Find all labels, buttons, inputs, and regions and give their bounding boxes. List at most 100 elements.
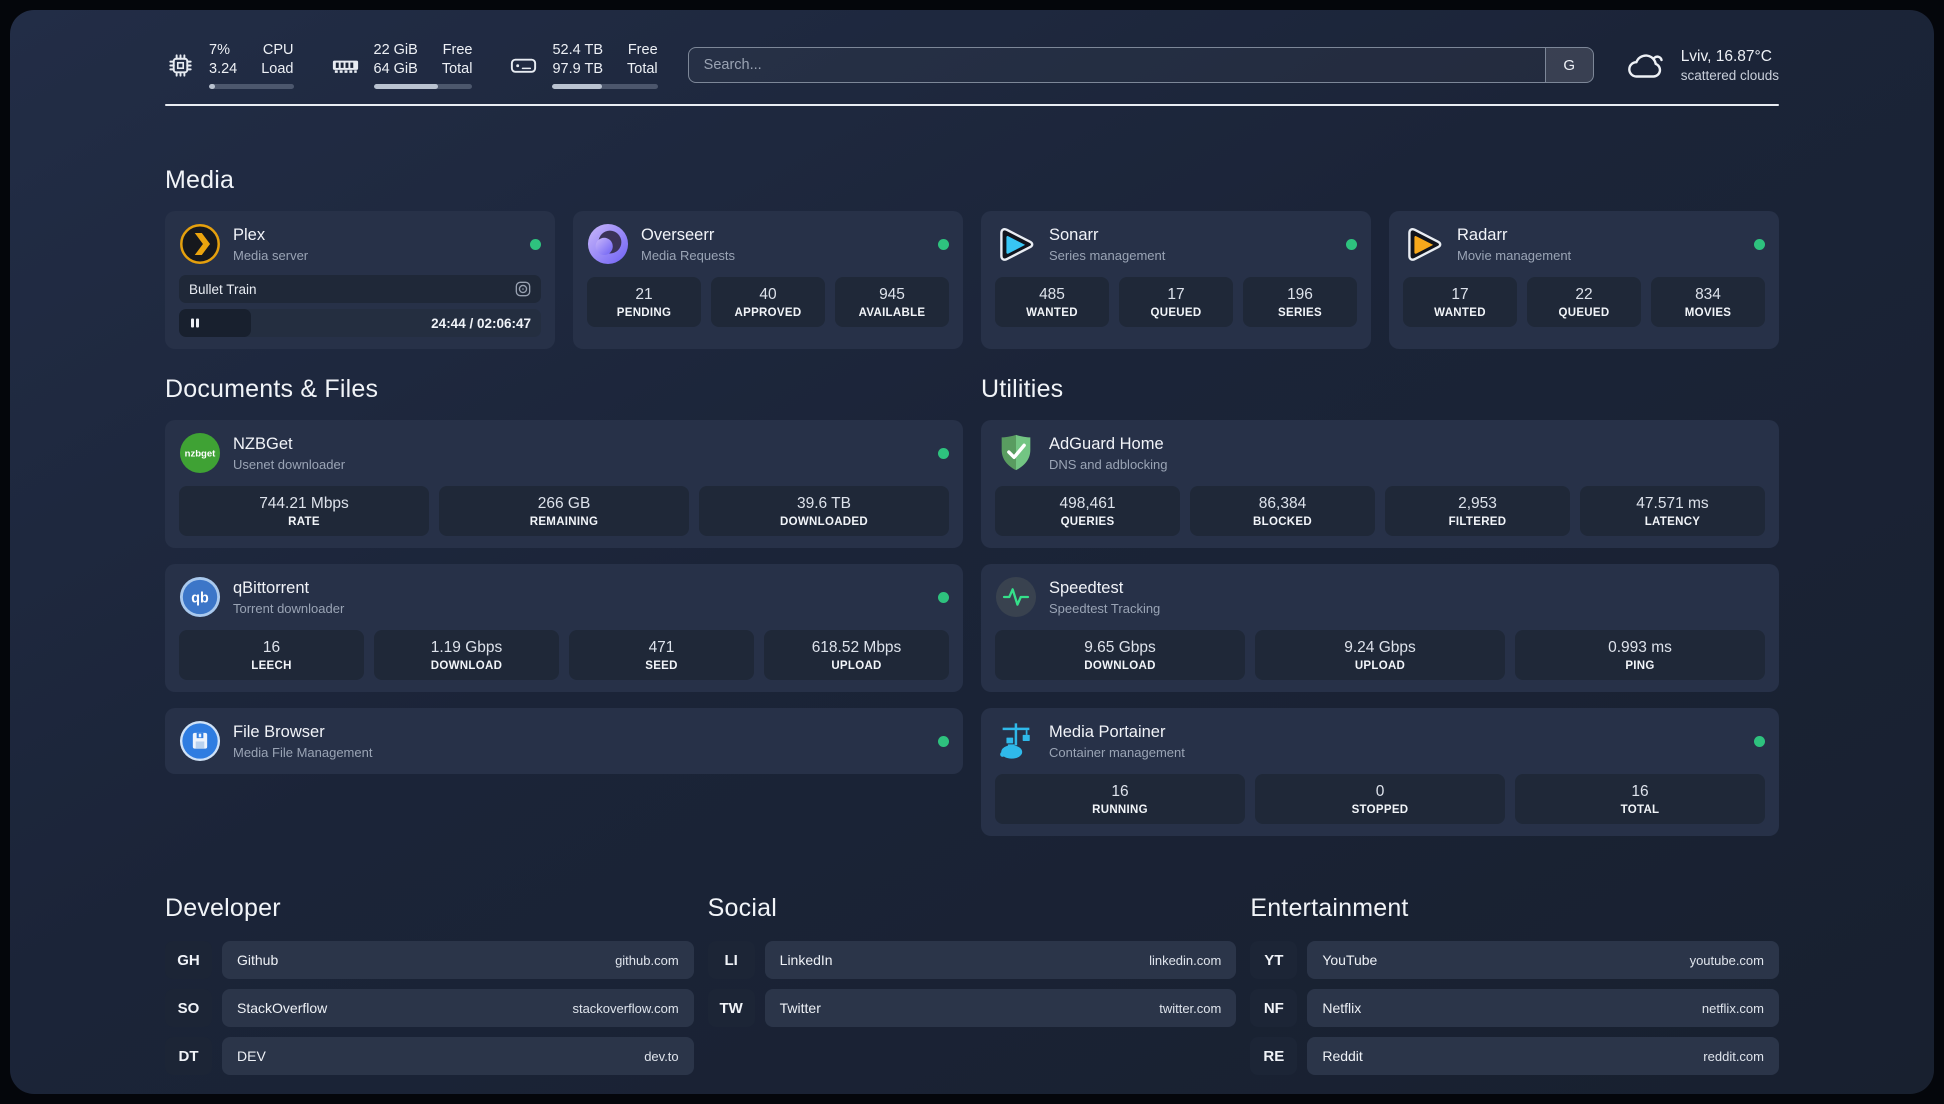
filebrowser-icon [179, 720, 221, 762]
app-card-radarr[interactable]: Radarr Movie management 17 WANTED 22 QUE… [1389, 211, 1779, 349]
stat-tile: 498,461 QUERIES [995, 486, 1180, 536]
link-tag[interactable]: YT [1250, 941, 1298, 979]
app-card-qbittorrent[interactable]: qb qBittorrent Torrent downloader 16 LEE… [165, 564, 963, 692]
section-social: Social LI LinkedIn linkedin.com TW Twitt… [707, 894, 1237, 1075]
svg-text:nzbget: nzbget [185, 448, 217, 459]
link-stackoverflow[interactable]: StackOverflow stackoverflow.com [222, 989, 694, 1027]
disk-stat: 52.4 TB Free 97.9 TB Total [508, 41, 658, 89]
link-tag[interactable]: TW [707, 989, 755, 1027]
app-name: Plex [233, 225, 266, 244]
now-playing-title-bar: Bullet Train [179, 275, 541, 303]
ram-stat: 22 GiB Free 64 GiB Total [330, 41, 473, 89]
app-subtitle: Usenet downloader [233, 456, 346, 472]
link-linkedin[interactable]: LinkedIn linkedin.com [764, 941, 1237, 979]
link-row-linkedin: LI LinkedIn linkedin.com [707, 941, 1237, 979]
app-card-portainer[interactable]: Media Portainer Container management 16 … [981, 708, 1779, 836]
weather-widget: Lviv, 16.87°C scattered clouds [1624, 47, 1779, 83]
link-youtube[interactable]: YouTube youtube.com [1307, 941, 1779, 979]
stat-tile: 16 RUNNING [995, 774, 1245, 824]
portainer-icon [995, 720, 1037, 762]
link-dev[interactable]: DEV dev.to [222, 1037, 694, 1075]
link-reddit[interactable]: Reddit reddit.com [1307, 1037, 1779, 1075]
link-row-youtube: YT YouTube youtube.com [1250, 941, 1779, 979]
status-indicator [1754, 238, 1765, 250]
stat-tile: 196 SERIES [1243, 277, 1357, 327]
link-row-stackoverflow: SO StackOverflow stackoverflow.com [165, 989, 694, 1027]
ram-free-value: 22 GiB [373, 42, 418, 59]
radarr-icon [1403, 223, 1445, 265]
section-documents: Documents & Files nzbget NZBGet Usenet d… [165, 375, 963, 836]
search-engine-button[interactable]: G [1544, 48, 1593, 82]
app-name: Overseerr [641, 225, 715, 244]
link-row-netflix: NF Netflix netflix.com [1250, 989, 1779, 1027]
link-tag[interactable]: SO [165, 989, 212, 1027]
app-card-nzbget[interactable]: nzbget NZBGet Usenet downloader 744.21 M… [165, 420, 963, 548]
app-card-speedtest[interactable]: Speedtest Speedtest Tracking 9.65 Gbps D… [981, 564, 1779, 692]
section-title-social: Social [707, 894, 777, 922]
section-title-documents: Documents & Files [165, 375, 379, 403]
stat-tile: 17 QUEUED [1119, 277, 1233, 327]
app-card-plex[interactable]: Plex Media server Bullet Train 24:44 / 0… [165, 211, 555, 349]
disk-total-value: 97.9 TB [552, 61, 604, 77]
section-title-utilities: Utilities [981, 375, 1064, 403]
status-indicator [1346, 238, 1357, 250]
disk-label-top: Free [627, 42, 658, 59]
link-tag[interactable]: NF [1250, 989, 1298, 1027]
link-github[interactable]: Github github.com [222, 941, 694, 979]
link-tag[interactable]: RE [1250, 1037, 1298, 1075]
header: 7% CPU 3.24 Load 22 GiB Free 64 GiB Tota… [165, 10, 1779, 90]
status-indicator [1754, 735, 1765, 747]
now-playing-progress-bar[interactable]: 24:44 / 02:06:47 [179, 309, 541, 337]
stat-tile: 266 GB REMAINING [439, 486, 689, 536]
link-tag[interactable]: DT [165, 1037, 212, 1075]
app-name: Media Portainer [1049, 722, 1166, 741]
link-netflix[interactable]: Netflix netflix.com [1307, 989, 1779, 1027]
link-twitter[interactable]: Twitter twitter.com [764, 989, 1237, 1027]
app-card-overseerr[interactable]: Overseerr Media Requests 21 PENDING 40 A… [573, 211, 963, 349]
app-subtitle: Torrent downloader [233, 600, 345, 616]
stat-tile: 9.24 Gbps UPLOAD [1255, 630, 1505, 680]
disk-progress-bar [552, 83, 658, 89]
nzbget-icon: nzbget [179, 432, 221, 474]
cpu-load-value: 3.24 [209, 61, 238, 77]
app-card-filebrowser[interactable]: File Browser Media File Management [165, 708, 963, 774]
stat-tile: 2,953 FILTERED [1385, 486, 1570, 536]
ram-label-top: Free [442, 42, 473, 59]
app-card-adguard[interactable]: AdGuard Home DNS and adblocking 498,461 … [981, 420, 1779, 548]
section-developer: Developer GH Github github.com SO StackO… [165, 894, 694, 1075]
search-bar: G [687, 47, 1594, 83]
stat-tile: 40 APPROVED [711, 277, 825, 327]
stat-tile: 17 WANTED [1403, 277, 1517, 327]
app-name: NZBGet [233, 434, 293, 453]
header-divider [165, 104, 1779, 106]
link-tag[interactable]: LI [707, 941, 755, 979]
now-playing-disc-icon[interactable] [515, 281, 531, 297]
link-row-reddit: RE Reddit reddit.com [1250, 1037, 1779, 1075]
section-media: Media Plex Media server Bullet Train 24:… [165, 166, 1779, 349]
pause-icon[interactable] [189, 317, 201, 329]
app-subtitle: Media File Management [233, 744, 373, 760]
link-row-twitter: TW Twitter twitter.com [707, 989, 1237, 1027]
weather-location: Lviv, 16.87°C [1680, 47, 1772, 65]
stat-tile: 0 STOPPED [1255, 774, 1505, 824]
app-name: Radarr [1457, 225, 1508, 244]
dashboard: 7% CPU 3.24 Load 22 GiB Free 64 GiB Tota… [10, 10, 1934, 1094]
app-card-sonarr[interactable]: Sonarr Series management 485 WANTED 17 Q… [981, 211, 1371, 349]
link-tag[interactable]: GH [165, 941, 212, 979]
speedtest-icon [995, 576, 1037, 618]
app-subtitle: Series management [1049, 247, 1166, 263]
stat-tile: 16 LEECH [179, 630, 364, 680]
stat-tile: 9.65 Gbps DOWNLOAD [995, 630, 1245, 680]
app-subtitle: Media server [233, 247, 309, 263]
adguard-icon [995, 432, 1037, 474]
section-title-entertainment: Entertainment [1250, 894, 1409, 922]
section-utilities: Utilities AdGuard Home DNS and adblockin… [981, 375, 1779, 836]
app-subtitle: Movie management [1457, 247, 1572, 263]
app-name: File Browser [233, 722, 325, 741]
section-entertainment: Entertainment YT YouTube youtube.com NF … [1250, 894, 1779, 1075]
ram-icon [330, 50, 361, 81]
stat-tile: 744.21 Mbps RATE [179, 486, 429, 536]
qbittorrent-icon: qb [179, 576, 221, 618]
overseerr-icon [587, 223, 629, 265]
search-input[interactable] [688, 48, 1545, 82]
